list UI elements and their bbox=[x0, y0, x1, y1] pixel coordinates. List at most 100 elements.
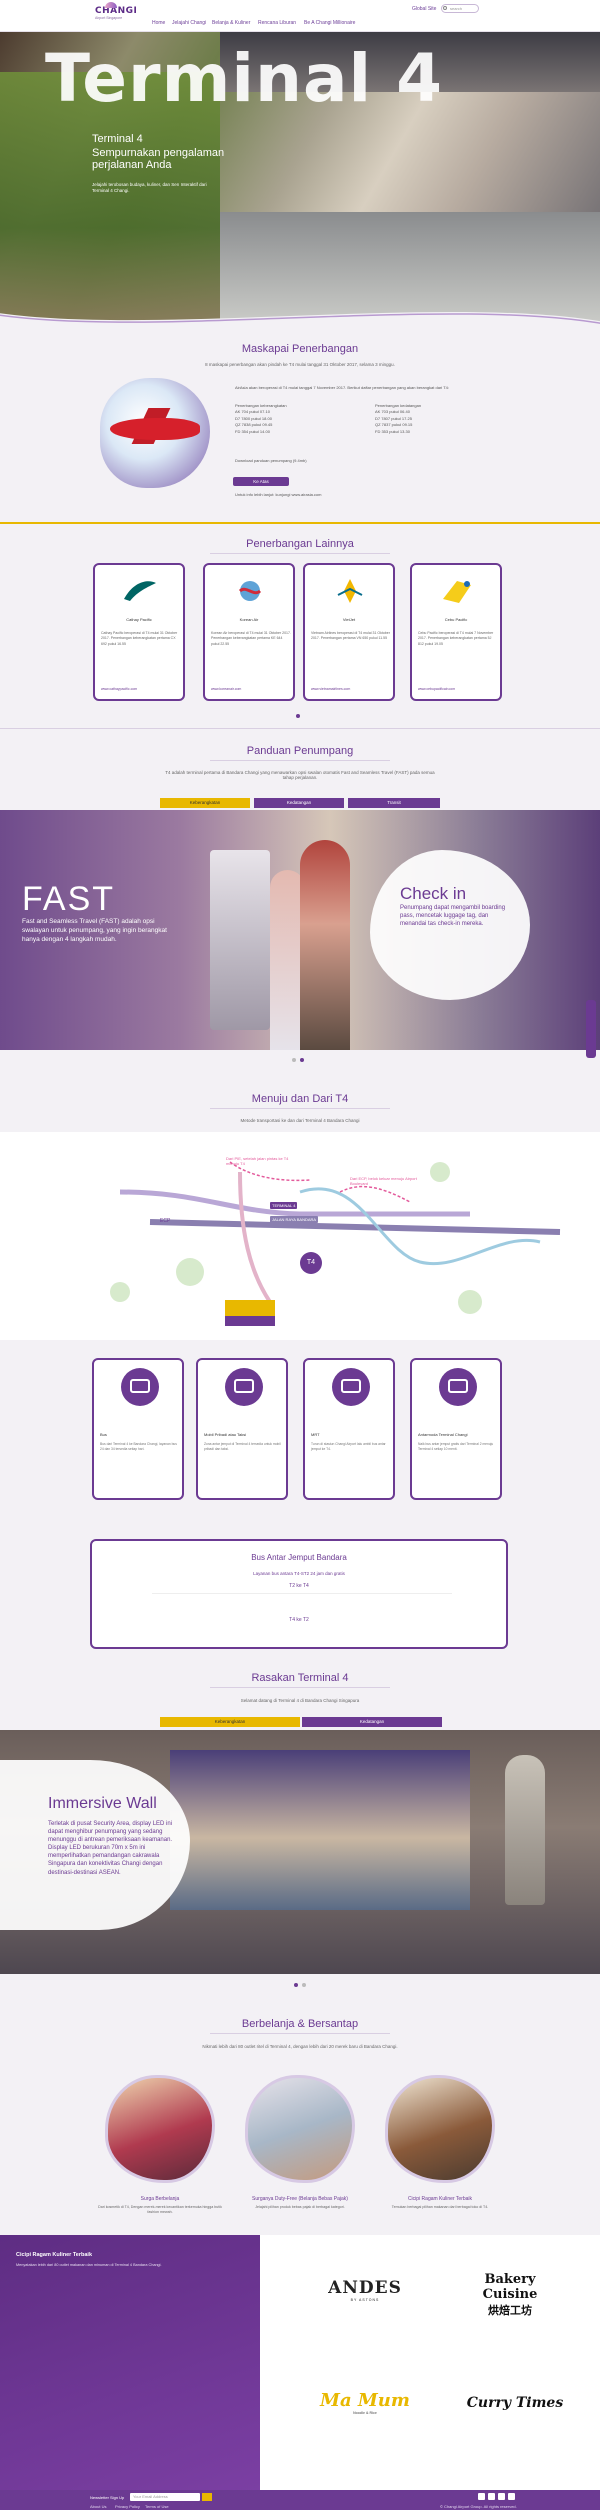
brand-bakery-cuisine[interactable]: Bakery Cuisine 烘焙工坊 bbox=[455, 2272, 565, 2318]
top-bar bbox=[0, 0, 600, 32]
arrival-item: FD 353 pukul 13.30 bbox=[375, 428, 410, 434]
hero-tagline-line1: Sempurnakan pengalaman bbox=[92, 147, 225, 159]
korean-air-logo-icon bbox=[238, 581, 262, 601]
youtube-icon[interactable] bbox=[508, 2493, 515, 2500]
brand-curry-times[interactable]: Curry Times bbox=[465, 2395, 565, 2411]
footer-link-privacy[interactable]: Privacy Policy bbox=[115, 2504, 140, 2509]
tab-departure[interactable]: Keberangkatan bbox=[160, 798, 250, 808]
flight-card-vietnam[interactable]: VietJet Vietnam Airlines beroperasi di T… bbox=[303, 563, 395, 701]
brand-bakery-name: Bakery Cuisine bbox=[482, 2272, 538, 2302]
title-underline bbox=[210, 1108, 390, 1109]
skytrain-icon bbox=[439, 1368, 477, 1406]
language-selector[interactable]: Global Site bbox=[412, 6, 436, 12]
train-icon bbox=[332, 1368, 370, 1406]
download-guide-link[interactable]: Download panduan penumpang (9.4mb) bbox=[235, 458, 307, 464]
tab-transit[interactable]: Transit bbox=[348, 798, 440, 808]
flight-card-cebu[interactable]: Cebu Pacific Cebu Pacific beroperasi di … bbox=[410, 563, 502, 701]
shopping-image[interactable] bbox=[105, 2075, 215, 2183]
immersive-wall-description: Terletak di pusat Security Area, display… bbox=[48, 1821, 173, 1876]
transport-card-name: MRT bbox=[311, 1432, 320, 1437]
airasia-more-info[interactable]: Untuk info lebih lanjut: kunjungi www.ai… bbox=[235, 492, 322, 498]
departure-item: FD 354 pukul 14.00 bbox=[235, 428, 270, 434]
nav-plan[interactable]: Rencana Liburan bbox=[258, 20, 296, 26]
transport-card-mrt[interactable]: MRT Turun di stasiun Changi Airport lalu… bbox=[303, 1358, 395, 1500]
map-title: Menuju dan Dari T4 bbox=[251, 1093, 349, 1105]
newsletter-submit-button[interactable] bbox=[202, 2493, 212, 2501]
carousel-dot-active[interactable] bbox=[296, 714, 300, 718]
section-divider bbox=[0, 522, 600, 524]
duty-free-image[interactable] bbox=[245, 2075, 355, 2183]
carousel-dot-active[interactable] bbox=[294, 1983, 298, 1987]
shuttle-bus-card: Bus Antar Jemput Bandara Layanan bus ant… bbox=[90, 1539, 508, 1649]
flight-card-link[interactable]: www.koreanair.com bbox=[211, 687, 241, 691]
nav-home[interactable]: Home bbox=[152, 20, 165, 26]
facebook-icon[interactable] bbox=[478, 2493, 485, 2500]
shuttle-t2-t4: T2 ke T4 bbox=[289, 1583, 309, 1589]
transport-card-bus[interactable]: Bus Bus dari Terminal 4 ke Bandara Chang… bbox=[92, 1358, 184, 1500]
footer-link-about[interactable]: About Us bbox=[90, 2504, 106, 2509]
dining-item-name: Surga Berbelanja bbox=[140, 2196, 180, 2202]
vietnam-airlines-logo-icon bbox=[337, 579, 363, 603]
transport-card-skytrain[interactable]: Antarmoda Terminal Changi Naik bus antar… bbox=[410, 1358, 502, 1500]
search-icon bbox=[443, 6, 447, 10]
route-map-roads bbox=[110, 1161, 561, 1326]
dining-item-text: Jelajahi pilihan produk bebas pajak di b… bbox=[255, 2205, 345, 2209]
tab-arrival[interactable]: Kedatangan bbox=[254, 798, 344, 808]
shuttle-subtitle: Layanan bus antara T4-ST2 24 jam dan gra… bbox=[253, 1571, 345, 1576]
map-label-ecp: Dari ECP, belok keluar menuju Airport Bo… bbox=[350, 1176, 417, 1186]
map-road-label: JALAN RAYA BANDARA bbox=[270, 1216, 319, 1223]
flight-card-link[interactable]: www.cathaypacific.com bbox=[101, 687, 137, 691]
arrival-list: Penerbangan kedatangan AK 703 pukul 06.4… bbox=[375, 403, 495, 435]
carousel-dot[interactable] bbox=[292, 1058, 296, 1062]
brand-andes-sub: BY ASTONS bbox=[350, 2298, 380, 2302]
airlines-intro: 8 maskapai penerbangan akan pindah ke T4… bbox=[205, 362, 395, 367]
immersive-wall-title: Immersive Wall bbox=[48, 1795, 157, 1812]
carousel-dot[interactable] bbox=[302, 1983, 306, 1987]
feedback-side-tab[interactable] bbox=[586, 1000, 596, 1058]
route-map: Dari PIE, setelah jalan pintas ke T4 men… bbox=[0, 1132, 600, 1340]
carousel-dot-active[interactable] bbox=[300, 1058, 304, 1062]
transport-card-car[interactable]: Mobil Pribadi atau Taksi Zona antar jemp… bbox=[196, 1358, 288, 1500]
cathay-logo-icon bbox=[124, 581, 156, 601]
brand-mamum[interactable]: Ma Mum Noodle & Rice bbox=[310, 2390, 420, 2415]
other-flights-title: Penerbangan Lainnya bbox=[246, 538, 354, 550]
promo-title: Cicipi Ragam Kuliner Terbaik bbox=[16, 2252, 93, 2258]
tab-arrival[interactable]: Kedatangan bbox=[302, 1717, 442, 1727]
title-underline bbox=[210, 553, 390, 554]
footer-link-terms[interactable]: Terms of Use bbox=[145, 2504, 169, 2509]
hero-tagline: Sempurnakan pengalaman perjalanan Anda bbox=[92, 147, 224, 171]
transport-card-name: Bus bbox=[100, 1432, 107, 1437]
flight-card-text: Korean Air beroperasi di T4 mulai 31 Okt… bbox=[211, 631, 291, 646]
flight-card-korean[interactable]: Korean Air Korean Air beroperasi di T4 m… bbox=[203, 563, 295, 701]
flight-card-text: Vietnam Airlines beroperasi di T4 mulai … bbox=[311, 631, 390, 641]
tab-departure[interactable]: Keberangkatan bbox=[160, 1717, 300, 1727]
logo-subtitle: Airport Singapore bbox=[95, 16, 123, 20]
dining-title: Berbelanja & Bersantap bbox=[241, 2018, 359, 2030]
brand-bakery-sub: 烘焙工坊 bbox=[488, 2304, 532, 2317]
nav-explore[interactable]: Jelajahi Changi bbox=[172, 20, 206, 26]
instagram-icon[interactable] bbox=[498, 2493, 505, 2500]
flight-card-cathay[interactable]: Cathay Pacific Cathay Pacific beroperasi… bbox=[93, 563, 185, 701]
nav-shop-dine[interactable]: Belanja & Kuliner bbox=[212, 20, 250, 26]
dining-item-text: Dari kosmetik di T4, Dengan merek-merek … bbox=[98, 2205, 222, 2215]
shuttle-title: Bus Antar Jemput Bandara bbox=[251, 1553, 347, 1562]
hero-description: Jelajahi terobosan budaya, kuliner, dan … bbox=[92, 182, 207, 194]
guide-intro: T4 adalah terminal pertama di Bandara Ch… bbox=[165, 770, 435, 780]
changi-logo[interactable]: CHANGI Airport Singapore bbox=[95, 2, 137, 28]
section-divider bbox=[0, 728, 600, 729]
back-to-top-button[interactable]: Ke Atas bbox=[233, 477, 289, 486]
dining-image[interactable] bbox=[385, 2075, 495, 2183]
experience-intro: Selamat datang di Terminal 4 di Bandara … bbox=[240, 1698, 360, 1703]
twitter-icon[interactable] bbox=[488, 2493, 495, 2500]
transport-card-text: Bus dari Terminal 4 ke Bandara Changi, l… bbox=[100, 1442, 177, 1451]
brand-andes[interactable]: ANDES BY ASTONS bbox=[315, 2278, 415, 2302]
hero-title: Terminal 4 bbox=[45, 40, 444, 117]
nav-millionaire[interactable]: Be A Changi Millionaire bbox=[304, 20, 355, 26]
flight-card-link[interactable]: www.cebupacificair.com bbox=[418, 687, 455, 691]
experience-title: Rasakan Terminal 4 bbox=[251, 1672, 349, 1684]
flight-card-link[interactable]: www.vietnamairlines.com bbox=[311, 687, 350, 691]
hero-tagline-line2: perjalanan Anda bbox=[92, 159, 172, 171]
map-intro: Metode transportasi ke dan dari Terminal… bbox=[240, 1118, 360, 1123]
hero-subtitle: Terminal 4 bbox=[92, 133, 143, 145]
newsletter-email-input[interactable]: Your Email Address bbox=[130, 2493, 200, 2501]
